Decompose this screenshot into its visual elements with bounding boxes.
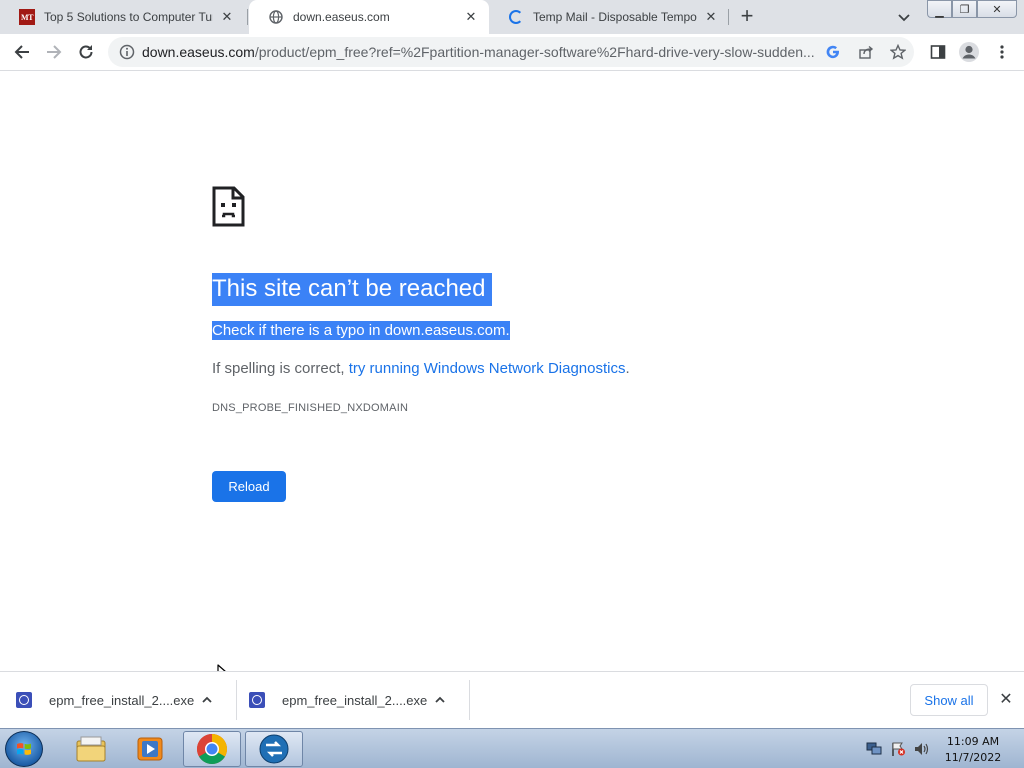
volume-tray-icon[interactable] — [914, 742, 930, 756]
tab-title: down.easeus.com — [293, 10, 390, 24]
download-filename: epm_free_install_2....exe — [49, 692, 195, 708]
close-tab-icon[interactable]: ✕ — [219, 9, 235, 25]
clock-time: 11:09 AM — [946, 735, 1000, 748]
start-button[interactable] — [5, 731, 43, 767]
spelling-prefix: If spelling is correct, — [212, 360, 349, 377]
system-clock[interactable]: 11:09 AM 11/7/2022 — [930, 734, 1016, 766]
download-divider — [236, 680, 237, 720]
google-translate-icon[interactable] — [824, 43, 842, 61]
network-app-icon — [259, 734, 289, 764]
download-divider — [469, 680, 470, 720]
mt-favicon-icon: MT — [19, 9, 35, 25]
download-item[interactable]: epm_free_install_2....exe — [16, 672, 215, 728]
tab-strip: MT Top 5 Solutions to Computer Tur ✕ dow… — [0, 0, 1024, 34]
url-path: /product/epm_free?ref=%2Fpartition-manag… — [254, 44, 815, 60]
tab-title: Top 5 Solutions to Computer Tur — [44, 10, 213, 24]
spelling-hint: If spelling is correct, try running Wind… — [212, 360, 630, 377]
show-all-downloads-button[interactable]: Show all — [910, 684, 988, 716]
chevron-up-icon[interactable] — [199, 692, 215, 708]
network-diagnostics-link[interactable]: try running Windows Network Diagnostics — [349, 360, 626, 377]
download-shelf: epm_free_install_2....exe epm_free_insta… — [0, 671, 1024, 728]
reload-page-button[interactable] — [74, 40, 98, 64]
clock-date: 11/7/2022 — [944, 751, 1002, 764]
page-content: This site can’t be reached Check if ther… — [0, 71, 1024, 684]
tab-search-chevron-icon[interactable] — [896, 9, 912, 25]
taskbar-network-app[interactable] — [245, 731, 303, 767]
installer-file-icon — [249, 692, 265, 708]
taskbar-media-player[interactable] — [121, 731, 179, 767]
globe-icon — [268, 9, 284, 25]
close-window-button[interactable]: ✕ — [977, 0, 1017, 18]
download-filename: epm_free_install_2....exe — [282, 692, 428, 708]
page-title: This site can’t be reached — [212, 273, 493, 306]
bookmark-star-icon[interactable] — [889, 43, 907, 61]
action-center-flag-icon[interactable] — [890, 742, 906, 756]
new-tab-button[interactable]: + — [735, 5, 759, 29]
share-icon[interactable] — [857, 43, 875, 61]
error-code: DNS_PROBE_FINISHED_NXDOMAIN — [212, 402, 409, 414]
loading-spinner-icon — [508, 9, 524, 25]
tab-divider — [247, 9, 248, 25]
tab-computer-solutions[interactable]: MT Top 5 Solutions to Computer Tur ✕ — [0, 0, 245, 34]
close-download-shelf-icon[interactable]: ✕ — [998, 692, 1014, 708]
network-tray-icon[interactable] — [866, 742, 882, 756]
reload-button[interactable]: Reload — [212, 471, 286, 502]
tab-down-easeus[interactable]: down.easeus.com ✕ — [249, 0, 489, 34]
address-bar[interactable]: down.easeus.com/product/epm_free?ref=%2F… — [108, 37, 914, 67]
media-player-icon — [137, 737, 163, 761]
url-host: down.easeus.com — [142, 44, 255, 60]
windows-logo-icon — [17, 743, 31, 755]
sad-page-icon — [212, 186, 245, 227]
url-text: down.easeus.com/product/epm_free?ref=%2F… — [142, 44, 822, 60]
taskbar-chrome[interactable] — [183, 731, 241, 767]
tab-temp-mail[interactable]: Temp Mail - Disposable Tempora ✕ — [489, 0, 729, 34]
chevron-up-icon[interactable] — [432, 692, 448, 708]
side-panel-icon[interactable] — [926, 40, 950, 64]
typo-hint: Check if there is a typo in down.easeus.… — [212, 321, 510, 340]
browser-menu-icon[interactable] — [990, 40, 1014, 64]
windows-explorer-icon — [76, 736, 106, 762]
chrome-icon — [196, 734, 228, 765]
back-button[interactable] — [10, 40, 34, 64]
forward-button[interactable] — [42, 40, 66, 64]
browser-toolbar: down.easeus.com/product/epm_free?ref=%2F… — [0, 34, 1024, 71]
taskbar-windows-explorer[interactable] — [62, 731, 120, 767]
installer-file-icon — [16, 692, 32, 708]
restore-window-button[interactable]: ❐ — [952, 0, 977, 18]
spelling-suffix: . — [625, 360, 630, 377]
close-tab-icon[interactable]: ✕ — [463, 9, 479, 25]
tab-divider — [728, 9, 729, 25]
site-info-icon[interactable] — [119, 44, 135, 60]
close-tab-icon[interactable]: ✕ — [703, 9, 719, 25]
profile-avatar-icon[interactable] — [957, 40, 981, 64]
tab-title: Temp Mail - Disposable Tempora — [533, 10, 697, 24]
download-item[interactable]: epm_free_install_2....exe — [249, 672, 448, 728]
windows-taskbar: 11:09 AM 11/7/2022 — [0, 728, 1024, 768]
minimize-window-button[interactable]: ▁ — [927, 0, 952, 18]
